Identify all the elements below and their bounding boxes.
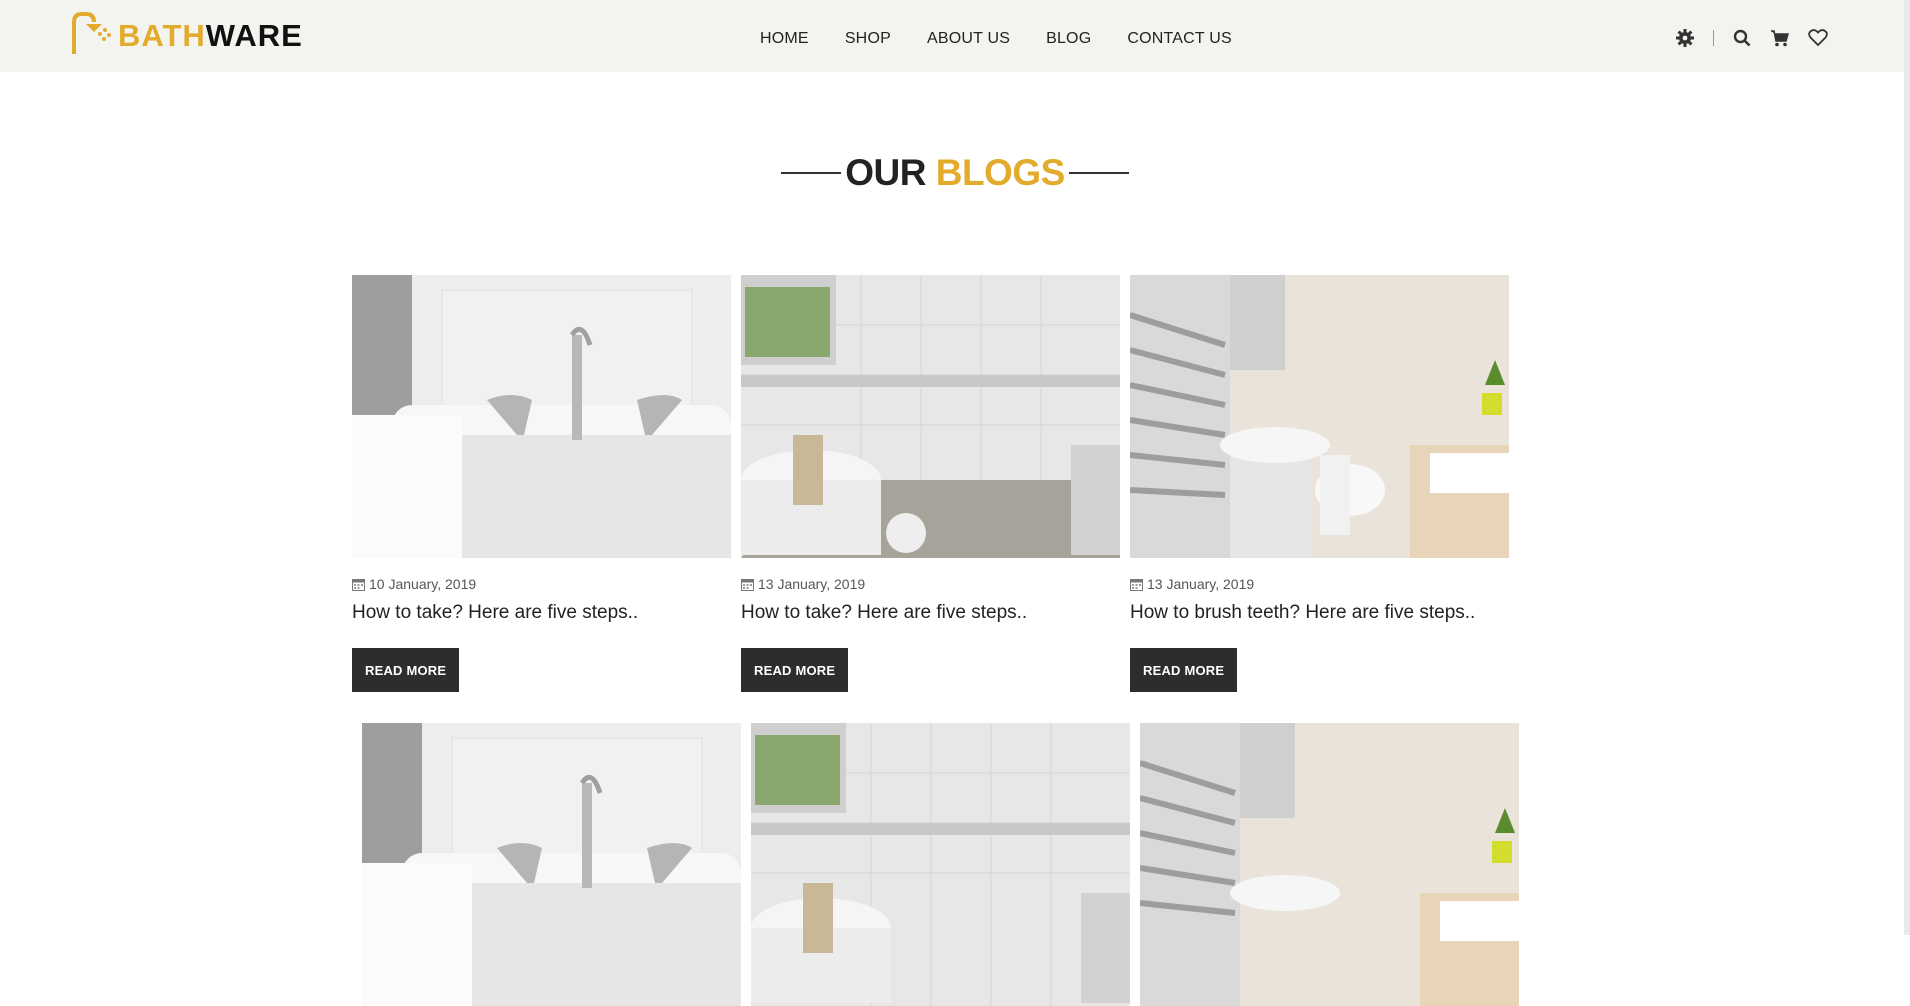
blog-card [751, 723, 1131, 1006]
calendar-icon [741, 578, 754, 591]
blog-image[interactable] [1130, 275, 1509, 558]
heading-line-left [781, 172, 842, 174]
read-more-button[interactable]: READ MORE [741, 648, 849, 692]
post-date: 13 January, 2019 [741, 576, 1121, 592]
nav-about-us[interactable]: ABOUT US [927, 30, 1010, 48]
post-title[interactable]: How to brush teeth? Here are five steps.… [1130, 602, 1510, 624]
post-date-text: 13 January, 2019 [758, 576, 866, 592]
post-date: 10 January, 2019 [352, 576, 732, 592]
brand-logo[interactable]: BATHWARE [70, 8, 303, 58]
blog-image[interactable] [751, 723, 1130, 1006]
calendar-icon [1130, 578, 1143, 591]
blog-card: 13 January, 2019 How to brush teeth? Her… [1130, 275, 1510, 692]
nav-blog[interactable]: BLOG [1046, 30, 1091, 48]
heart-icon[interactable] [1808, 28, 1828, 48]
search-icon[interactable] [1732, 28, 1752, 48]
brand-name: BATHWARE [118, 18, 303, 54]
heading-line-right [1068, 172, 1129, 174]
tools-divider [1713, 30, 1714, 46]
nav-shop[interactable]: SHOP [845, 30, 891, 48]
blog-card [1140, 723, 1520, 1006]
post-date-text: 10 January, 2019 [369, 576, 477, 592]
gear-icon[interactable] [1675, 28, 1695, 48]
read-more-button[interactable]: READ MORE [1130, 648, 1238, 692]
cart-icon[interactable] [1770, 28, 1790, 48]
brand-name-part2: WARE [205, 18, 303, 53]
site-header: BATHWARE HOME SHOP ABOUT US BLOG CONTACT… [0, 0, 1910, 72]
heading-part2: BLOGS [935, 152, 1066, 193]
header-tools [1675, 28, 1828, 48]
page-title: OUR BLOGS [845, 152, 1065, 194]
post-title[interactable]: How to take? Here are five steps.. [741, 602, 1121, 624]
section-heading: OUR BLOGS [0, 152, 1910, 194]
blog-image[interactable] [362, 723, 741, 1006]
post-date: 13 January, 2019 [1130, 576, 1510, 592]
blog-card: 13 January, 2019 How to take? Here are f… [741, 275, 1121, 692]
post-title[interactable]: How to take? Here are five steps.. [352, 602, 732, 624]
blog-image[interactable] [352, 275, 731, 558]
scrollbar[interactable] [1904, 0, 1910, 935]
blog-image[interactable] [741, 275, 1120, 558]
blog-image[interactable] [1140, 723, 1519, 1006]
main-nav: HOME SHOP ABOUT US BLOG CONTACT US [760, 30, 1268, 48]
read-more-button[interactable]: READ MORE [352, 648, 460, 692]
brand-name-part1: BATH [118, 18, 206, 53]
nav-contact-us[interactable]: CONTACT US [1127, 30, 1232, 48]
calendar-icon [352, 578, 365, 591]
blog-card: 10 January, 2019 How to take? Here are f… [352, 275, 732, 692]
heading-part1: OUR [845, 152, 926, 193]
nav-home[interactable]: HOME [760, 30, 809, 48]
blog-card [362, 723, 742, 1006]
post-date-text: 13 January, 2019 [1147, 576, 1255, 592]
shower-icon [72, 12, 111, 54]
